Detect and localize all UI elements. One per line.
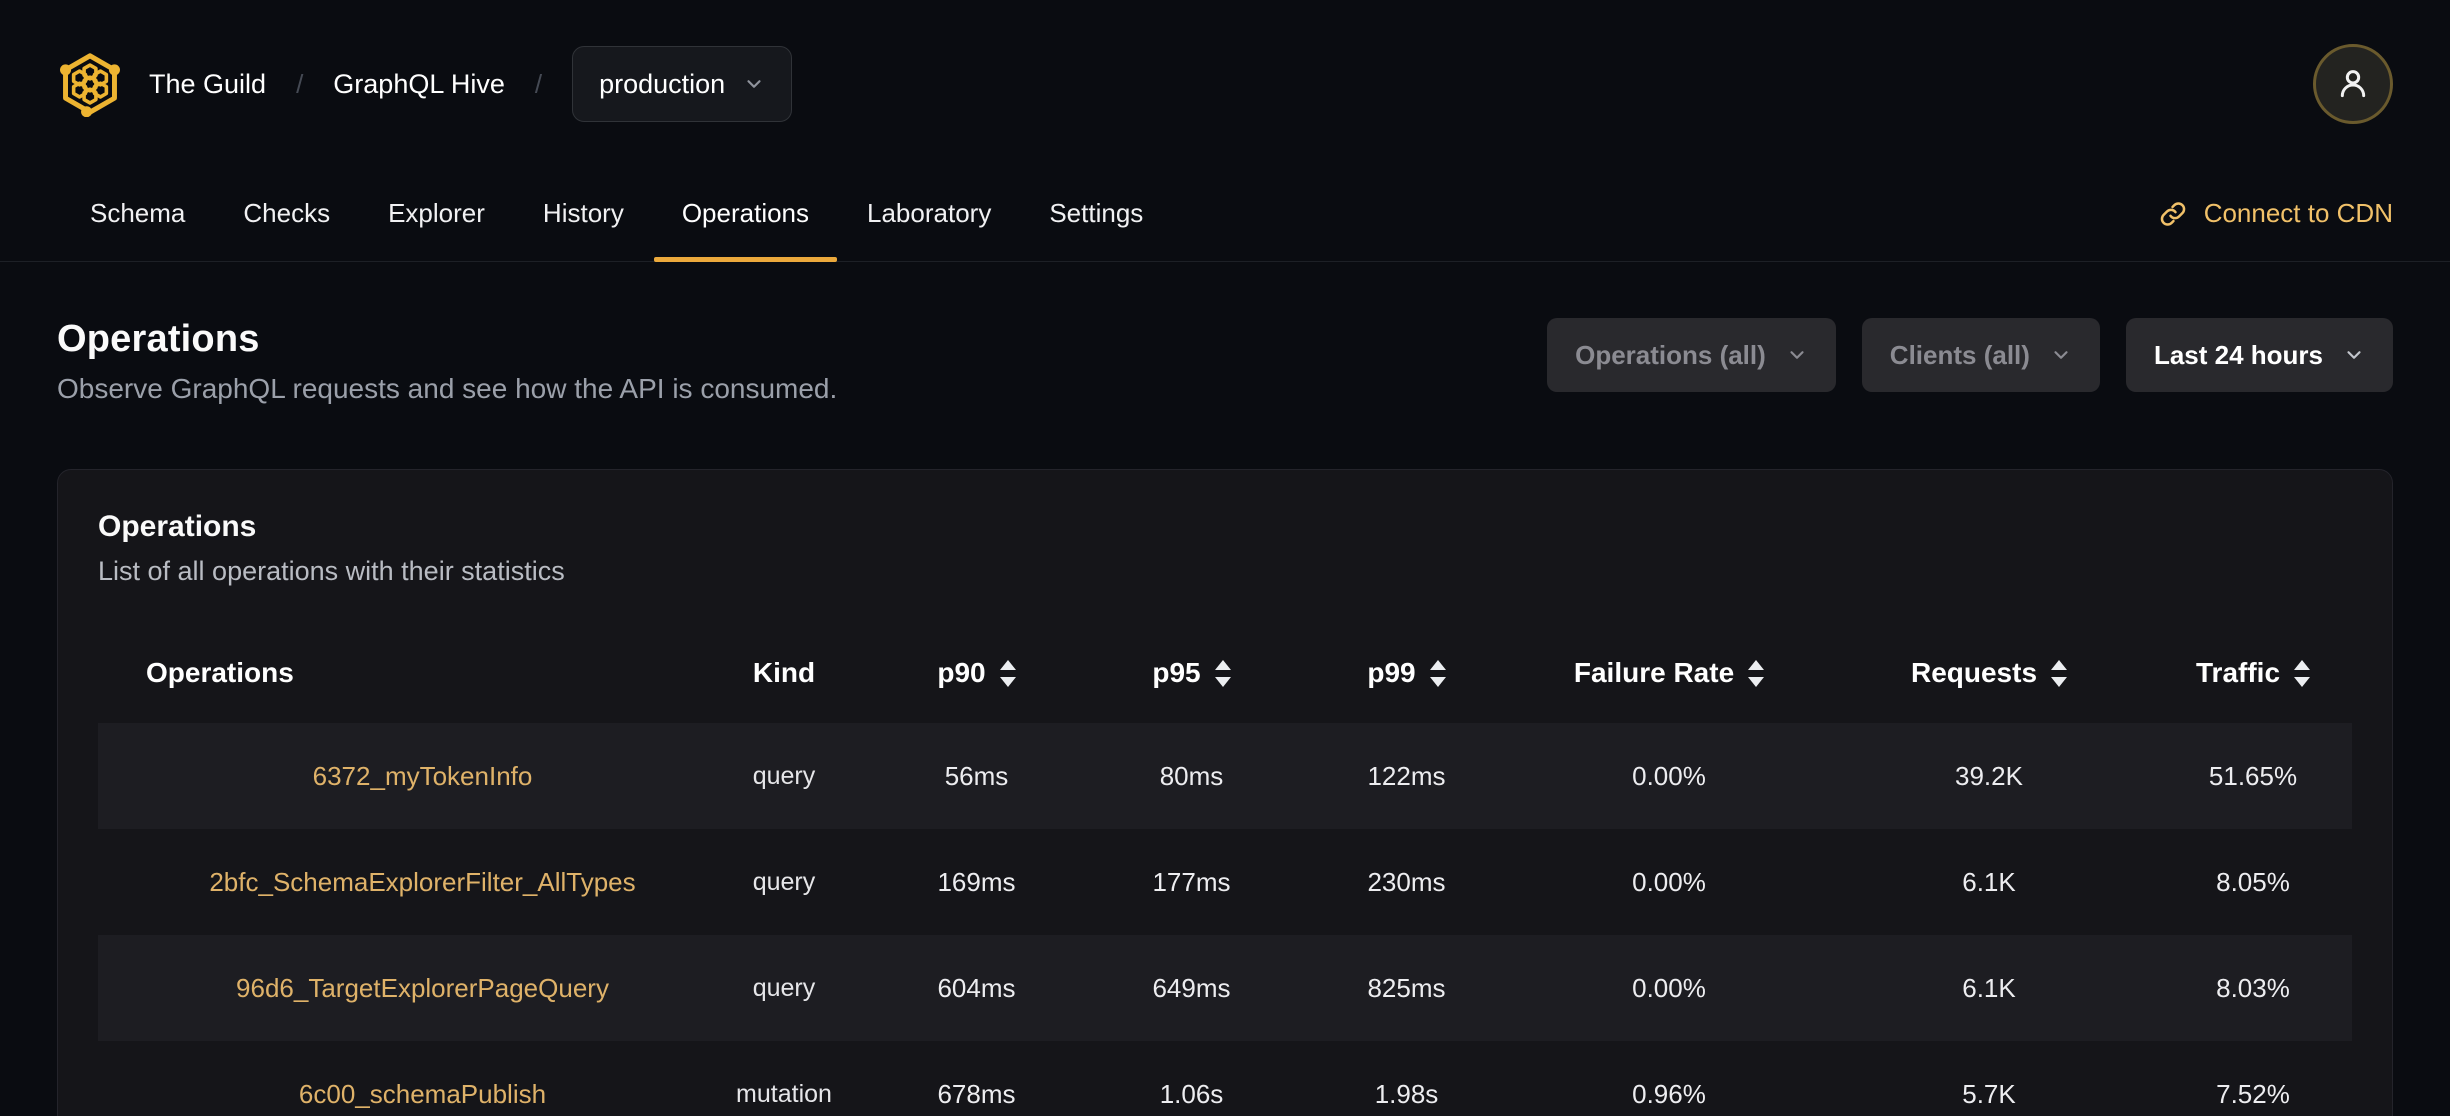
breadcrumb-separator: /	[296, 68, 304, 99]
nav-tabs-bar: Schema Checks Explorer History Operation…	[0, 166, 2450, 262]
column-header-requests[interactable]: Requests	[1824, 657, 2154, 689]
tab-checks[interactable]: Checks	[243, 166, 330, 261]
hive-hexagon-icon	[60, 53, 120, 117]
chevron-down-icon	[2347, 351, 2361, 359]
column-header-failure-rate[interactable]: Failure Rate	[1514, 657, 1824, 689]
chevron-down-icon	[1790, 351, 1804, 359]
clients-filter-dropdown[interactable]: Clients (all)	[1861, 318, 2100, 392]
requests-cell: 6.1K	[1962, 972, 2016, 1003]
requests-cell: 39.2K	[1955, 760, 2023, 791]
chevron-down-icon	[747, 80, 761, 88]
nav-tabs: Schema Checks Explorer History Operation…	[90, 166, 1143, 262]
traffic-cell: 51.65%	[2208, 760, 2298, 791]
operation-link[interactable]: 96d6_TargetExplorerPageQuery	[236, 973, 609, 1003]
page-header: Operations Observe GraphQL requests and …	[0, 318, 2450, 405]
p90-cell: 678ms	[937, 1078, 1016, 1109]
topbar: The Guild / GraphQL Hive / production	[0, 0, 2450, 124]
operations-table: Operations Kind p90 p95 p99 Failure Rate…	[98, 623, 2352, 1116]
failure-rate-cell: 0.00%	[1632, 866, 1706, 897]
sort-toggle-icon[interactable]	[1429, 659, 1446, 687]
column-header-p90[interactable]: p90	[869, 657, 1084, 689]
page-header-text: Operations Observe GraphQL requests and …	[57, 318, 837, 405]
breadcrumb: The Guild / GraphQL Hive / production	[149, 46, 793, 122]
page-title: Operations	[57, 318, 260, 360]
sort-toggle-icon[interactable]	[2294, 659, 2311, 687]
p90-cell: 56ms	[944, 760, 1009, 791]
table-body: 6372_myTokenInfo query 56ms 80ms 122ms 0…	[98, 723, 2352, 1116]
operations-card: Operations List of all operations with t…	[57, 469, 2393, 1116]
failure-rate-cell: 0.00%	[1632, 972, 1706, 1003]
column-header-kind: Kind	[752, 657, 816, 688]
target-selector-value: production	[599, 68, 726, 99]
p99-cell: 122ms	[1367, 760, 1446, 791]
page-subtitle: Observe GraphQL requests and see how the…	[57, 373, 838, 404]
sort-toggle-icon[interactable]	[999, 659, 1016, 687]
link-icon	[2160, 201, 2185, 226]
traffic-cell: 8.05%	[2216, 866, 2290, 897]
p99-cell: 230ms	[1367, 866, 1446, 897]
card-title: Operations	[98, 510, 257, 543]
period-filter-label: Last 24 hours	[2153, 339, 2323, 370]
p95-cell: 177ms	[1152, 866, 1231, 897]
user-icon	[2340, 70, 2366, 98]
connect-cdn-label: Connect to CDN	[2203, 198, 2393, 228]
p99-cell: 825ms	[1367, 972, 1446, 1003]
hive-logo[interactable]	[57, 51, 123, 117]
card-subtitle: List of all operations with their statis…	[98, 556, 565, 586]
p95-cell: 1.06s	[1159, 1078, 1224, 1109]
breadcrumb-separator: /	[534, 68, 543, 99]
p90-cell: 604ms	[937, 972, 1016, 1003]
table-header-row: Operations Kind p90 p95 p99 Failure Rate…	[98, 623, 2352, 723]
tab-history[interactable]: History	[543, 166, 624, 261]
user-menu-button[interactable]	[2313, 44, 2393, 124]
clients-filter-label: Clients (all)	[1889, 339, 2030, 370]
column-header-operations: Operations	[146, 657, 294, 688]
column-header-p95[interactable]: p95	[1084, 657, 1299, 689]
p95-cell: 649ms	[1152, 972, 1231, 1003]
tab-laboratory[interactable]: Laboratory	[867, 166, 991, 261]
traffic-cell: 7.52%	[2216, 1078, 2290, 1109]
connect-cdn-link[interactable]: Connect to CDN	[2158, 166, 2393, 261]
tab-operations[interactable]: Operations	[653, 166, 838, 262]
operation-link[interactable]: 2bfc_SchemaExplorerFilter_AllTypes	[209, 867, 635, 897]
period-filter-dropdown[interactable]: Last 24 hours	[2125, 318, 2393, 392]
target-selector[interactable]: production	[572, 46, 793, 122]
breadcrumb-project[interactable]: GraphQL Hive	[333, 69, 505, 100]
tab-settings[interactable]: Settings	[1049, 166, 1143, 261]
operations-filter-dropdown[interactable]: Operations (all)	[1547, 318, 1836, 392]
kind-cell: query	[752, 761, 816, 790]
sort-toggle-icon[interactable]	[1214, 659, 1231, 687]
column-header-p99[interactable]: p99	[1299, 657, 1514, 689]
p99-cell: 1.98s	[1374, 1078, 1439, 1109]
tab-explorer[interactable]: Explorer	[388, 166, 485, 261]
failure-rate-cell: 0.00%	[1632, 760, 1706, 791]
filter-bar: Operations (all) Clients (all) Last 24 h…	[1547, 318, 2393, 392]
table-row: 2bfc_SchemaExplorerFilter_AllTypes query…	[98, 829, 2352, 935]
operation-link[interactable]: 6c00_schemaPublish	[299, 1079, 546, 1109]
p90-cell: 169ms	[937, 866, 1016, 897]
requests-cell: 6.1K	[1962, 866, 2016, 897]
table-row: 6c00_schemaPublish mutation 678ms 1.06s …	[98, 1041, 2352, 1116]
chevron-down-icon	[2054, 351, 2068, 359]
table-row: 96d6_TargetExplorerPageQuery query 604ms…	[98, 935, 2352, 1041]
traffic-cell: 8.03%	[2216, 972, 2290, 1003]
column-header-traffic[interactable]: Traffic	[2154, 657, 2352, 689]
breadcrumb-org[interactable]: The Guild	[149, 69, 266, 100]
sort-toggle-icon[interactable]	[2051, 659, 2068, 687]
failure-rate-cell: 0.96%	[1632, 1078, 1706, 1109]
kind-cell: query	[752, 973, 816, 1002]
operation-link[interactable]: 6372_myTokenInfo	[313, 761, 533, 791]
kind-cell: mutation	[736, 1079, 832, 1108]
p95-cell: 80ms	[1159, 760, 1224, 791]
table-row: 6372_myTokenInfo query 56ms 80ms 122ms 0…	[98, 723, 2352, 829]
requests-cell: 5.7K	[1962, 1078, 2016, 1109]
kind-cell: query	[752, 867, 816, 896]
operations-filter-label: Operations (all)	[1575, 339, 1766, 370]
sort-toggle-icon[interactable]	[1748, 659, 1765, 687]
tab-schema[interactable]: Schema	[90, 166, 185, 261]
